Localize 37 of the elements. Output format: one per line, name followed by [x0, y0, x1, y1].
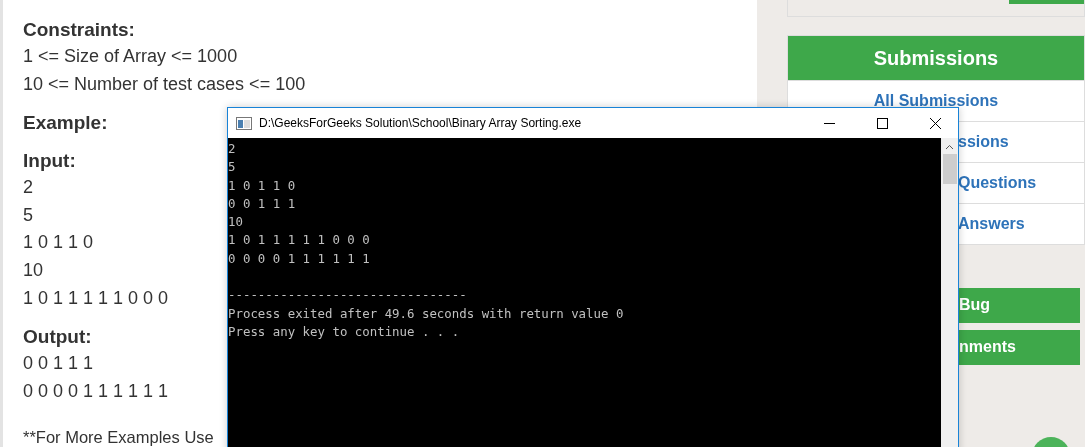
console-line: 1 0 1 1 1 1 1 0 0 0: [228, 231, 370, 250]
text-line: 0 0 1 1 1: [23, 352, 94, 376]
console-line: 5: [228, 158, 236, 177]
text-line: 5: [23, 203, 33, 227]
console-line: 10: [228, 213, 243, 232]
footnote-text: **For More Examples Use: [23, 427, 214, 447]
text-line: 10: [23, 258, 44, 282]
console-app-icon: [236, 116, 252, 130]
text-line: 2: [23, 176, 33, 200]
text-line: 1 <= Size of Array <= 1000: [23, 45, 238, 68]
text-line: 1 0 1 1 0: [23, 231, 94, 255]
minimize-icon[interactable]: [823, 122, 835, 124]
section-heading: Output:: [23, 325, 92, 350]
section-heading: Example:: [23, 111, 108, 136]
console-line: Process exited after 49.6 seconds with return value 0: [228, 304, 624, 323]
section-heading: Constraints:: [23, 18, 135, 42]
text-line: 10 <= Number of test cases <= 100: [23, 72, 306, 96]
sidebar-link[interactable]: Questions: [958, 173, 1037, 193]
section-heading: Input:: [23, 149, 76, 174]
text-line: 1 0 1 1 1 1 1 0 0 0: [23, 286, 169, 310]
scrollbar-thumb[interactable]: [942, 154, 957, 184]
console-line: 0 0 1 1 1: [228, 194, 296, 213]
sidebar-link[interactable]: ssions: [958, 132, 1009, 152]
sidebar-link[interactable]: All Submissions: [873, 91, 999, 111]
text-line: 0 0 0 0 1 1 1 1 1 1: [23, 379, 169, 403]
console-line: --------------------------------: [228, 286, 467, 305]
sidebar-link[interactable]: Answers: [958, 214, 1025, 234]
scroll-up-icon[interactable]: [945, 144, 954, 150]
panel-header: Submissions: [788, 36, 1084, 80]
console-line: 0 0 0 0 1 1 1 1 1 1: [228, 249, 370, 268]
scrollbar[interactable]: [941, 138, 958, 447]
close-icon[interactable]: [929, 117, 941, 129]
console-line: 2: [228, 140, 236, 158]
console-line: Press any key to continue . . .: [228, 322, 460, 341]
maximize-icon[interactable]: [876, 117, 888, 129]
window-title: D:\GeeksForGeeks Solution\School\Binary Array Sorting.exe: [259, 116, 582, 130]
console-line: 1 0 1 1 0: [228, 176, 296, 195]
